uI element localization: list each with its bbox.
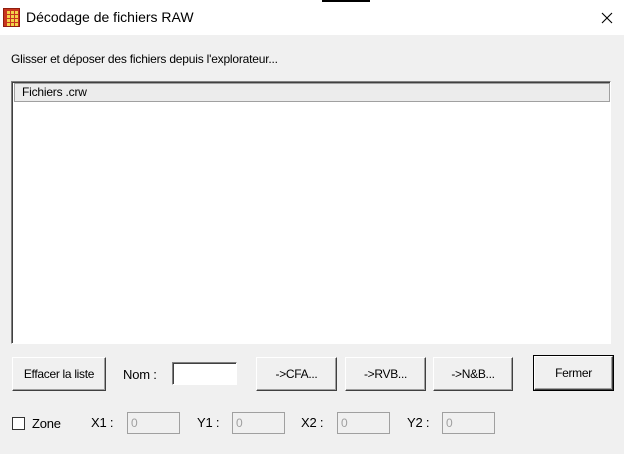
close-button[interactable]: Fermer <box>533 355 614 391</box>
x1-label: X1 : <box>91 415 114 430</box>
to-cfa-button[interactable]: ->CFA... <box>256 357 337 391</box>
name-label: Nom : <box>123 367 157 382</box>
file-list[interactable]: Fichiers .crw <box>11 81 611 344</box>
y1-label: Y1 : <box>197 415 220 430</box>
window-title: Décodage de fichiers RAW <box>26 9 194 25</box>
close-icon <box>601 12 613 23</box>
raw-decoder-dialog: Décodage de fichiers RAW Glisser et dépo… <box>0 0 630 454</box>
window-right-edge <box>624 0 630 454</box>
y2-input[interactable]: 0 <box>442 412 495 434</box>
app-icon <box>3 8 20 27</box>
y1-input[interactable]: 0 <box>232 412 285 434</box>
y2-label: Y2 : <box>407 415 430 430</box>
drag-drop-hint: Glisser et déposer des fichiers depuis l… <box>11 52 278 66</box>
x2-label: X2 : <box>301 415 324 430</box>
zone-checkbox[interactable] <box>12 417 25 430</box>
x1-input[interactable]: 0 <box>127 412 180 434</box>
zone-label: Zone <box>32 416 61 431</box>
name-input[interactable] <box>172 362 237 385</box>
file-list-header[interactable]: Fichiers .crw <box>14 83 610 102</box>
to-rvb-button[interactable]: ->RVB... <box>345 357 426 391</box>
clear-list-button[interactable]: Effacer la liste <box>12 357 106 391</box>
x2-input[interactable]: 0 <box>337 412 390 434</box>
title-bar[interactable]: Décodage de fichiers RAW <box>0 0 630 35</box>
window-top-edge <box>322 0 370 2</box>
to-nb-button[interactable]: ->N&B... <box>433 357 513 391</box>
